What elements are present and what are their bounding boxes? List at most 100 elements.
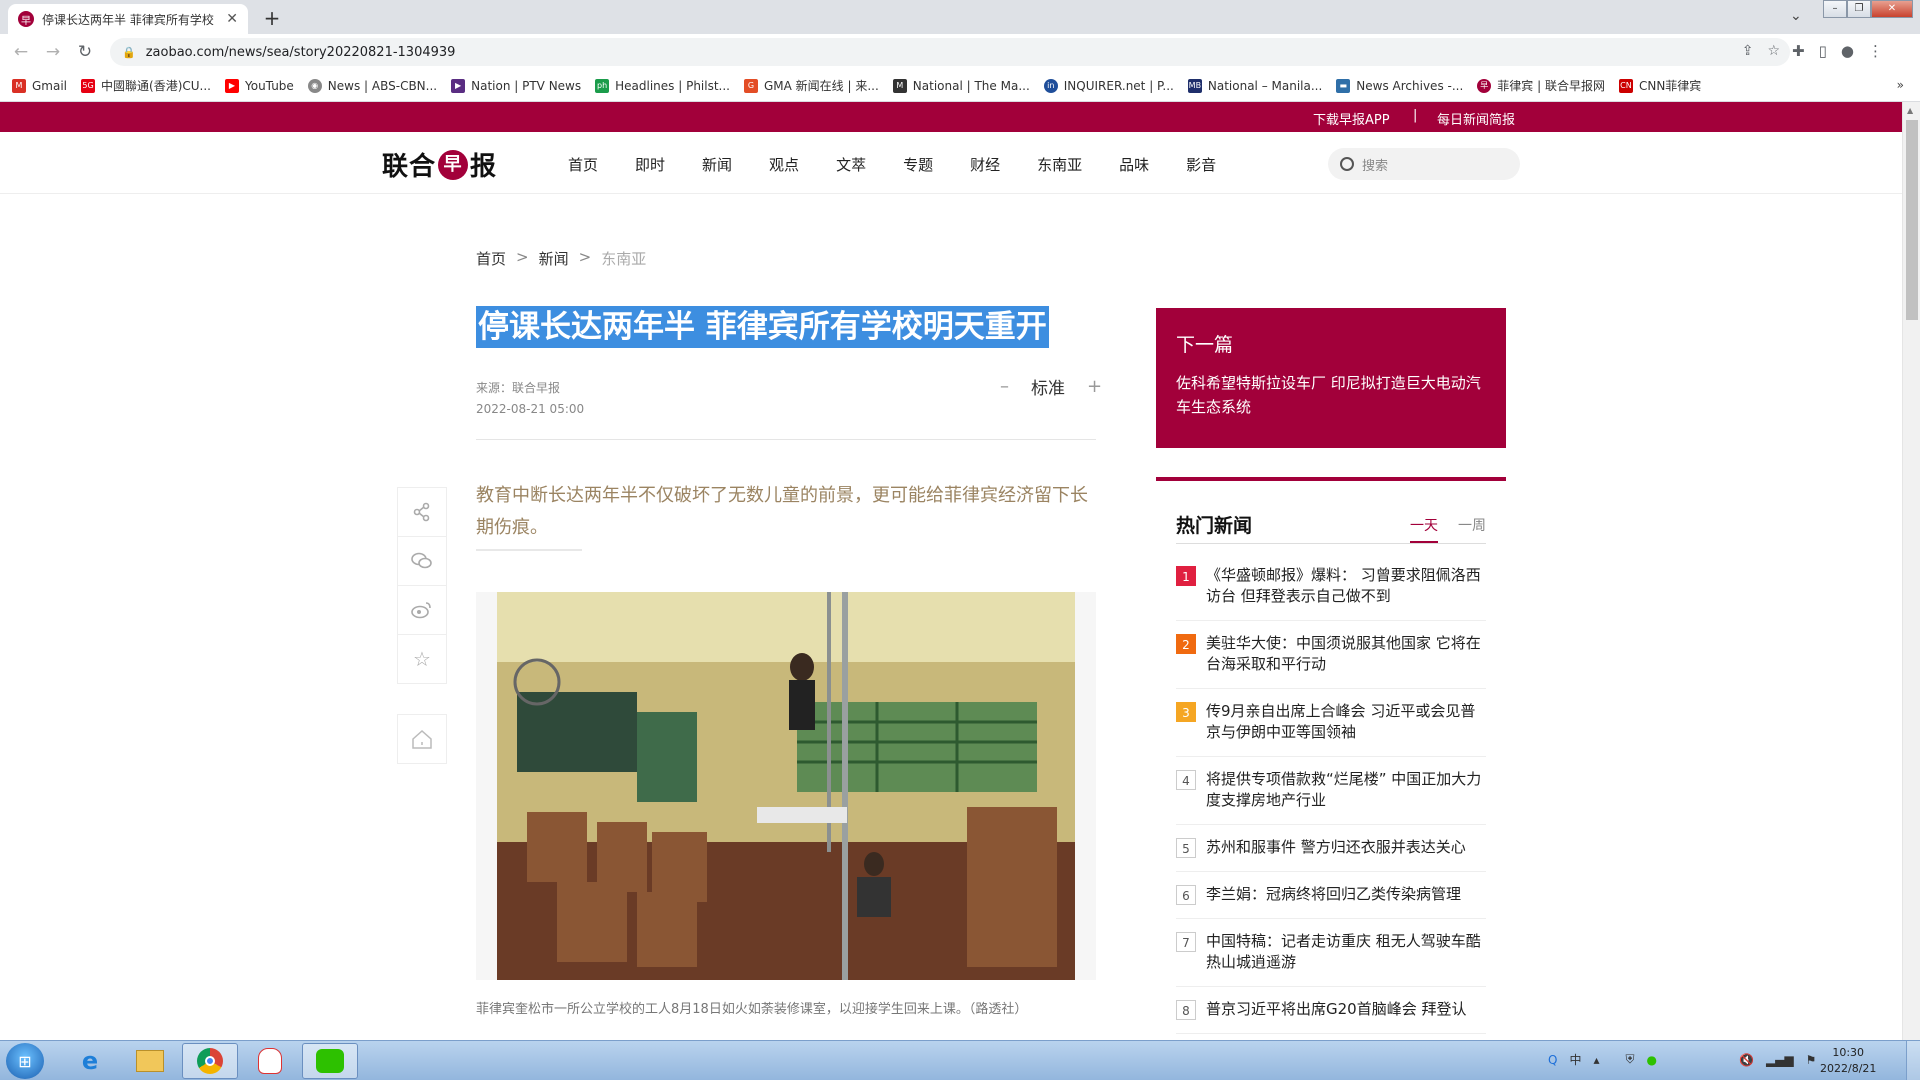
bookmark-item[interactable]: ▬ News Archives -...: [1336, 78, 1463, 93]
browser-menu-icon[interactable]: ⋮: [1868, 42, 1883, 60]
breadcrumb-news[interactable]: 新闻: [539, 248, 569, 269]
ime-search-icon[interactable]: Q: [1548, 1053, 1557, 1067]
daily-briefing-link[interactable]: 每日新闻简报: [1437, 109, 1515, 128]
browser-tab[interactable]: 早 停课长达两年半 菲律宾所有学校 ✕: [8, 4, 248, 34]
bookmark-item[interactable]: 早菲律宾 | 联合早报网: [1477, 77, 1605, 94]
bookmark-item[interactable]: ▶ YouTube: [225, 78, 294, 93]
file-explorer-icon[interactable]: [122, 1043, 178, 1079]
forward-arrow-icon[interactable]: →: [38, 42, 68, 62]
breadcrumb-home[interactable]: 首页: [476, 248, 506, 269]
volume-muted-icon[interactable]: 🔇: [1739, 1053, 1754, 1067]
bookmark-star-icon[interactable]: ☆: [1767, 43, 1780, 59]
share-page-icon[interactable]: ⇪: [1742, 43, 1754, 59]
home-icon[interactable]: [397, 714, 447, 764]
internet-explorer-icon[interactable]: e: [62, 1043, 118, 1079]
breadcrumb-current[interactable]: 东南亚: [601, 248, 646, 269]
scroll-up-arrow-icon[interactable]: ▲: [1907, 106, 1913, 115]
share-icon[interactable]: [397, 487, 447, 537]
nav-item-realtime[interactable]: 即时: [635, 154, 665, 175]
hot-news-link[interactable]: 传9月亲自出席上合峰会 习近平或会见普京与伊朗中亚等国领袖: [1206, 701, 1486, 743]
bookmark-item[interactable]: 5G 中國聯通(香港)CU...: [81, 77, 211, 94]
list-item[interactable]: 7 中国特稿：记者走访重庆 租无人驾驶车酷热山城逍遥游: [1176, 919, 1486, 987]
hot-news-link[interactable]: 苏州和服事件 警方归还衣服并表达关心: [1206, 837, 1466, 858]
font-decrease-button[interactable]: –: [1000, 376, 1009, 397]
list-item[interactable]: 8 普京习近平将出席G20首脑峰会 拜登认: [1176, 987, 1486, 1034]
bookmark-item[interactable]: M Gmail: [12, 78, 67, 93]
bookmark-item[interactable]: in INQUIRER.net | P...: [1043, 78, 1174, 93]
bookmark-item[interactable]: G GMA 新闻在线 | 来...: [744, 77, 879, 94]
list-item[interactable]: 6 李兰娟：冠病终将回归乙类传染病管理: [1176, 872, 1486, 919]
nav-item-digest[interactable]: 文萃: [836, 154, 866, 175]
nav-item-news[interactable]: 新闻: [702, 154, 732, 175]
wechat-icon[interactable]: [397, 536, 447, 586]
wechat-taskbar-icon[interactable]: [302, 1043, 358, 1079]
download-app-link[interactable]: 下载早报APP: [1313, 109, 1390, 128]
weibo-icon[interactable]: [397, 585, 447, 635]
address-bar[interactable]: 🔒 zaobao.com/news/sea/story20220821-1304…: [110, 38, 1790, 66]
page-viewport: 下载早报APP | 每日新闻简报 联合 早 报 首页 即时 新闻 观点 文萃 专…: [0, 102, 1920, 1040]
close-tab-icon[interactable]: ✕: [226, 11, 238, 27]
rank-badge: 5: [1176, 838, 1196, 858]
wechat-tray-icon[interactable]: ●: [1647, 1053, 1657, 1067]
next-article-card[interactable]: 下一篇 佐科希望特斯拉设车厂 印尼拟打造巨大电动汽车生态系统: [1156, 308, 1506, 448]
clock-date: 2022/8/21: [1820, 1062, 1877, 1075]
rank-badge: 7: [1176, 932, 1196, 952]
favorite-star-icon[interactable]: ☆: [397, 634, 447, 684]
list-item[interactable]: 1 《华盛顿邮报》爆料： 习曾要求阻佩洛西访台 但拜登表示自己做不到: [1176, 553, 1486, 621]
page-scrollbar[interactable]: ▲: [1902, 102, 1920, 1040]
nav-item-opinion[interactable]: 观点: [769, 154, 799, 175]
hot-news-link[interactable]: 《华盛顿邮报》爆料： 习曾要求阻佩洛西访台 但拜登表示自己做不到: [1206, 565, 1486, 607]
tab-one-week[interactable]: 一周: [1458, 515, 1486, 543]
ime-language-indicator[interactable]: 中: [1569, 1051, 1581, 1068]
reload-icon[interactable]: ↻: [70, 42, 100, 62]
hot-news-link[interactable]: 普京习近平将出席G20首脑峰会 拜登认: [1206, 999, 1466, 1020]
profile-avatar-icon[interactable]: ●: [1841, 42, 1854, 60]
site-search-input[interactable]: 搜索: [1328, 148, 1520, 180]
restore-button[interactable]: ❐: [1847, 0, 1871, 18]
hot-news-link[interactable]: 中国特稿：记者走访重庆 租无人驾驶车酷热山城逍遥游: [1206, 931, 1486, 973]
nav-item-sea[interactable]: 东南亚: [1037, 154, 1082, 175]
tab-search-chevron-icon[interactable]: ⌄: [1790, 8, 1802, 24]
tray-expand-icon[interactable]: ▴: [1593, 1053, 1599, 1067]
bookmark-item[interactable]: ph Headlines | Philst...: [595, 78, 730, 93]
network-signal-icon[interactable]: ▂▄▆: [1766, 1053, 1794, 1067]
bookmark-favicon-icon: G: [744, 78, 758, 93]
new-tab-button[interactable]: +: [260, 6, 284, 30]
tab-one-day[interactable]: 一天: [1410, 515, 1438, 543]
bookmark-item[interactable]: ◉ News | ABS-CBN...: [307, 78, 437, 93]
hot-news-link[interactable]: 李兰娟：冠病终将回归乙类传染病管理: [1206, 884, 1461, 905]
bookmark-item[interactable]: MB National – Manila...: [1187, 78, 1322, 93]
more-bookmarks-icon[interactable]: »: [1897, 78, 1904, 92]
nav-item-finance[interactable]: 财经: [970, 154, 1000, 175]
list-item[interactable]: 3 传9月亲自出席上合峰会 习近平或会见普京与伊朗中亚等国领袖: [1176, 689, 1486, 757]
nav-item-features[interactable]: 专题: [903, 154, 933, 175]
back-arrow-icon[interactable]: ←: [6, 42, 36, 62]
system-clock[interactable]: 10:30 2022/8/21: [1820, 1045, 1876, 1077]
hot-news-link[interactable]: 美驻华大使：中国须说服其他国家 它将在台海采取和平行动: [1206, 633, 1486, 675]
list-item[interactable]: 4 将提供专项借款救“烂尾楼” 中国正加大力度支撑房地产行业: [1176, 757, 1486, 825]
chrome-taskbar-button[interactable]: [182, 1043, 238, 1079]
window-close-button[interactable]: ✕: [1871, 0, 1913, 18]
list-item[interactable]: 5 苏州和服事件 警方归还衣服并表达关心: [1176, 825, 1486, 872]
rank-badge: 8: [1176, 1000, 1196, 1020]
scrollbar-thumb[interactable]: [1906, 120, 1918, 320]
zaobao-logo[interactable]: 联合 早 报: [382, 146, 497, 183]
security-shield-icon[interactable]: ⛨: [1626, 1052, 1635, 1067]
start-button[interactable]: ⊞: [6, 1043, 44, 1079]
minimize-button[interactable]: –: [1823, 0, 1847, 18]
font-size-control: – 标准 +: [1000, 374, 1102, 399]
action-center-icon[interactable]: ⚑: [1806, 1053, 1817, 1067]
bookmark-item[interactable]: CN CNN菲律宾: [1618, 77, 1701, 94]
nav-item-home[interactable]: 首页: [568, 154, 598, 175]
list-item[interactable]: 2 美驻华大使：中国须说服其他国家 它将在台海采取和平行动: [1176, 621, 1486, 689]
bookmark-item[interactable]: M National | The Ma...: [892, 78, 1030, 93]
hot-news-link[interactable]: 将提供专项借款救“烂尾楼” 中国正加大力度支撑房地产行业: [1206, 769, 1486, 811]
font-increase-button[interactable]: +: [1087, 376, 1102, 397]
bookmark-item[interactable]: ▶ Nation | PTV News: [451, 78, 581, 93]
side-panel-icon[interactable]: ▯: [1819, 42, 1827, 60]
extensions-puzzle-icon[interactable]: ✚: [1792, 42, 1805, 60]
lucky-cat-app-icon[interactable]: [242, 1043, 298, 1079]
nav-item-video[interactable]: 影音: [1186, 154, 1216, 175]
show-desktop-button[interactable]: [1906, 1041, 1920, 1080]
nav-item-lifestyle[interactable]: 品味: [1119, 154, 1149, 175]
